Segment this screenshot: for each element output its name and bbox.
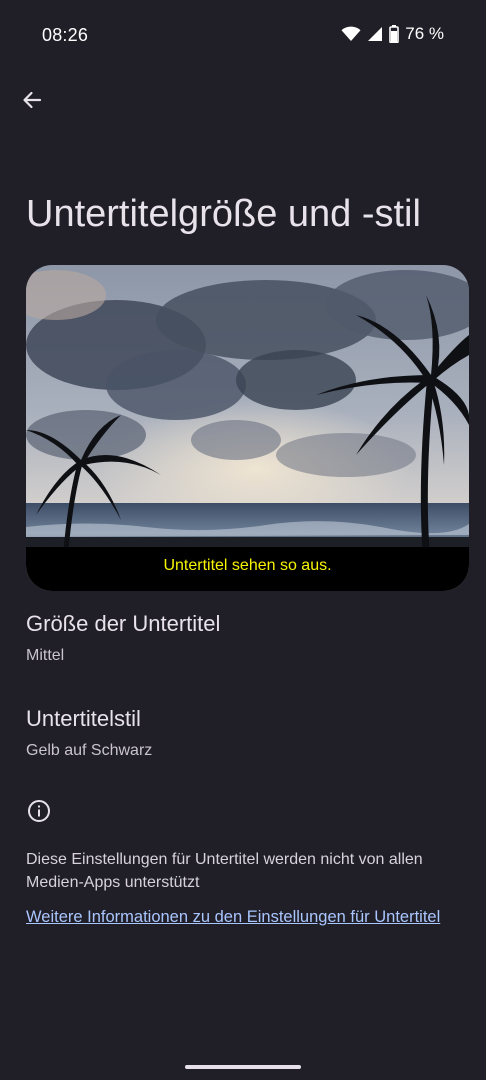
screen: 08:26 76 % Untertitelgröße und -stil Unt… bbox=[0, 0, 486, 1080]
home-indicator[interactable] bbox=[185, 1065, 301, 1069]
arrow-back-icon bbox=[21, 89, 43, 116]
info-icon bbox=[27, 799, 51, 828]
caption-size-setting[interactable]: Größe der Untertitel Mittel bbox=[26, 611, 466, 665]
wifi-icon bbox=[341, 26, 361, 42]
caption-background: Untertitel sehen so aus. bbox=[26, 547, 469, 591]
battery-percent: 76 % bbox=[405, 24, 444, 43]
preview-beach-image bbox=[26, 265, 469, 591]
status-time: 08:26 bbox=[42, 25, 89, 45]
caption-style-value: Gelb auf Schwarz bbox=[26, 742, 153, 759]
info-text: Diese Einstellungen für Untertitel werde… bbox=[26, 851, 423, 891]
caption-size-title: Größe der Untertitel bbox=[26, 611, 221, 636]
learn-more-link[interactable]: Weitere Informationen zu den Einstellung… bbox=[26, 906, 456, 929]
back-button[interactable] bbox=[12, 82, 52, 122]
page-title: Untertitelgröße und -stil bbox=[26, 193, 421, 235]
caption-style-setting[interactable]: Untertitelstil Gelb auf Schwarz bbox=[26, 706, 466, 760]
caption-sample-text: Untertitel sehen so aus. bbox=[163, 557, 332, 574]
status-icons: 76 % bbox=[341, 24, 444, 44]
caption-style-title: Untertitelstil bbox=[26, 706, 141, 731]
caption-preview: Untertitel sehen so aus. bbox=[26, 265, 469, 591]
battery-icon bbox=[389, 25, 400, 43]
signal-icon bbox=[367, 26, 383, 42]
caption-size-value: Mittel bbox=[26, 647, 65, 664]
status-bar: 08:26 76 % bbox=[0, 0, 486, 72]
